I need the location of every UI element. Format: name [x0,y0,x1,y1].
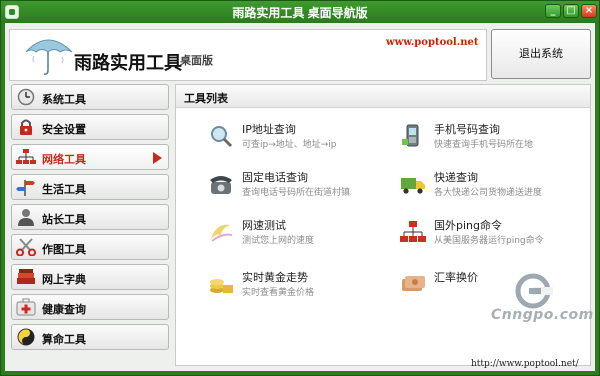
tool-list-panel: 工具列表 IP地址查询 可查ip→地址、地址→ip 手机号码查询 快速查询手机号… [175,84,591,366]
tool-express-tracking[interactable]: 快递查询 各大快递公司货物递送进度 [400,169,590,203]
sidebar-item-label: 站长工具 [42,213,86,226]
sidebar-item-label: 系统工具 [42,93,86,106]
sidebar-item-label: 网上字典 [42,273,86,286]
panel-title: 工具列表 [184,92,228,105]
sidebar-item-health-query[interactable]: 健康查询 [11,294,169,320]
tool-name: 网速测试 [242,219,286,232]
user-icon [18,209,34,226]
tool-name: 固定电话查询 [242,171,308,184]
sidebar-item-label: 健康查询 [42,303,86,316]
magnifier-icon [211,126,233,148]
sidebar: 系统工具 安全设置 网络工具 生活工具 站长工具 作图工具 网上字典 健康查询 … [11,84,169,354]
tool-description: 可查ip→地址、地址→ip [242,140,337,150]
tool-speed-test[interactable]: 网速测试 测试您上网的速度 [208,217,398,251]
sidebar-item-security[interactable]: 安全设置 [11,114,169,140]
sidebar-item-life-tools[interactable]: 生活工具 [11,174,169,200]
minimize-button[interactable]: _ [545,4,561,18]
tool-ip-lookup[interactable]: IP地址查询 可查ip→地址、地址→ip [208,121,398,155]
sidebar-item-fortune-tools[interactable]: 算命工具 [11,324,169,350]
sidebar-item-webmaster-tools[interactable]: 站长工具 [11,204,169,230]
network-tree-icon [400,221,426,242]
gold-icon [210,279,233,293]
sidebar-item-label: 安全设置 [42,123,86,136]
active-arrow-icon [153,152,162,164]
tool-mobile-lookup[interactable]: 手机号码查询 快速查询手机号码所在地 [400,121,590,155]
lock-icon [20,119,32,135]
app-window: 雨路实用工具 桌面导航版 _ □ × 雨路实用工具 桌面版 www.poptoo… [0,0,600,376]
currency-icon [402,276,425,291]
edition-label: 桌面版 [180,54,213,67]
brand-name: 雨路实用工具 [74,53,182,74]
yin-yang-icon [17,328,35,346]
tool-name: 实时黄金走势 [242,271,308,284]
exit-button[interactable]: 退出系统 [491,29,591,79]
tool-description: 各大快递公司货物递送进度 [434,188,543,198]
truck-icon [401,178,425,194]
footer-link[interactable]: http://www.poptool.net/ [471,359,579,369]
tool-gold-price[interactable]: 实时黄金走势 实时查看黄金价格 [208,269,398,303]
telephone-icon [210,176,232,194]
signpost-icon [16,180,35,196]
maximize-button[interactable]: □ [563,4,579,18]
sidebar-item-label: 算命工具 [42,333,86,346]
tool-description: 从美国服务器运行ping命令 [434,236,544,246]
tool-foreign-ping[interactable]: 国外ping命令 从美国服务器运行ping命令 [400,217,590,251]
tool-description: 测试您上网的速度 [242,236,315,246]
sidebar-item-network-tools[interactable]: 网络工具 [11,144,169,170]
tool-name: 汇率换价 [434,271,478,284]
tool-description: 快速查询手机号码所在地 [434,140,534,150]
scissors-icon [16,238,36,256]
tool-description: 实时查看黄金价格 [242,288,315,298]
tool-landline-lookup[interactable]: 固定电话查询 查询电话号码所在街道村镇 [208,169,398,203]
sidebar-item-system-tools[interactable]: 系统工具 [11,84,169,110]
books-icon [17,269,35,284]
tool-name: 国外ping命令 [434,219,502,232]
header-banner: 雨路实用工具 桌面版 www.poptool.net [9,29,487,81]
client-area: 雨路实用工具 桌面版 www.poptool.net 退出系统 系统工具 安全设… [5,23,595,371]
tool-description: 查询电话号码所在街道村镇 [242,188,351,198]
tool-name: 手机号码查询 [434,123,500,136]
close-button[interactable]: × [581,4,597,18]
mobile-phone-icon [402,124,419,147]
website-link[interactable]: www.poptool.net [386,37,478,48]
umbrella-logo-icon [25,39,73,75]
sidebar-item-label: 生活工具 [42,183,86,196]
sidebar-item-label: 作图工具 [42,243,86,256]
sidebar-item-label: 网络工具 [42,153,86,166]
sidebar-item-drawing-tools[interactable]: 作图工具 [11,234,169,260]
tool-name: IP地址查询 [242,123,296,136]
first-aid-icon [16,298,36,316]
swirl-icon [211,224,233,242]
network-icon [16,149,36,164]
title-bar[interactable]: 雨路实用工具 桌面导航版 _ □ × [1,1,599,23]
sidebar-item-online-dictionary[interactable]: 网上字典 [11,264,169,290]
panel-header: 工具列表 [176,85,590,108]
tool-exchange-rate[interactable]: 汇率换价 [400,269,590,303]
tool-name: 快递查询 [434,171,478,184]
clock-icon [17,88,35,106]
window-title: 雨路实用工具 桌面导航版 [232,6,368,20]
